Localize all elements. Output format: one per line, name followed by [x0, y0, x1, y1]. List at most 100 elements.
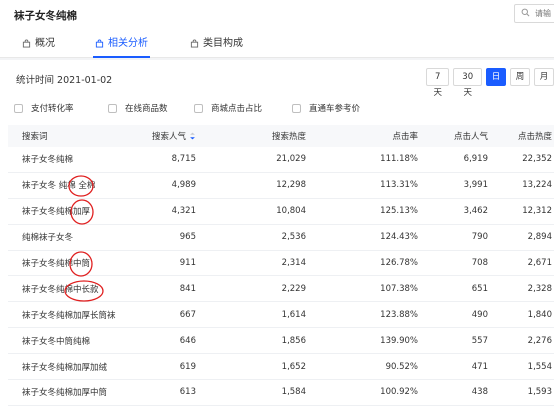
checkbox[interactable] — [292, 103, 301, 113]
cell-click-heat: 22,352 — [522, 154, 552, 165]
cell-click-rate: 126.78% — [380, 258, 418, 268]
cell-search-popularity: 4,989 — [171, 180, 196, 191]
cell-click-heat: 1,554 — [527, 361, 552, 372]
cell-click-heat: 2,671 — [527, 258, 552, 268]
cell-search-heat: 2,229 — [281, 283, 306, 294]
metric-mall-click-share[interactable]: 商城点击占比 — [194, 102, 262, 114]
cell-search-heat: 1,652 — [281, 361, 306, 372]
period-day-button[interactable]: 日 — [486, 68, 506, 86]
cell-search-heat: 2,536 — [281, 232, 306, 243]
cell-click-rate: 111.18% — [380, 154, 418, 165]
period-selector: 7天 30天 日 周 月 — [426, 68, 554, 98]
cell-search-heat: 21,029 — [276, 154, 306, 165]
page-title: 袜子女冬纯棉 — [14, 10, 77, 22]
table-row[interactable]: 袜子女冬纯棉加厚 4,321 10,804 125.13% 3,462 12,312 — [8, 199, 554, 225]
cell-search-popularity: 965 — [179, 232, 196, 243]
tab-label: 相关分析 — [108, 38, 148, 49]
table-header: 搜索词 搜索人气 搜索热度 点击率 点击人气 点击热度 — [8, 125, 554, 147]
cell-click-rate: 124.43% — [380, 232, 418, 243]
checkbox[interactable] — [108, 103, 117, 113]
table-row[interactable]: 袜子女冬纯棉中筒 911 2,314 126.78% 708 2,671 — [8, 251, 554, 277]
cell-click-heat: 2,328 — [527, 283, 552, 294]
cell-keyword[interactable]: 袜子女冬纯棉中长款 — [22, 276, 99, 301]
metric-online-items[interactable]: 在线商品数 — [108, 102, 168, 114]
cell-keyword[interactable]: 袜子女冬 纯棉 全棉 — [22, 173, 95, 198]
stat-time: 统计时间 2021-01-02 — [16, 75, 113, 86]
cell-search-popularity: 667 — [179, 309, 196, 320]
table-row[interactable]: 纯棉袜子女冬 965 2,536 124.43% 790 2,894 — [8, 225, 554, 251]
cell-search-popularity: 8,715 — [171, 154, 196, 165]
cell-search-popularity: 646 — [179, 335, 196, 346]
checkbox[interactable] — [14, 103, 23, 113]
tab-label: 类目构成 — [203, 38, 243, 49]
search-input[interactable] — [535, 5, 554, 22]
table-row[interactable]: 袜子女冬中筒纯棉 646 1,856 139.90% 557 2,276 — [8, 328, 554, 355]
table-row[interactable]: 袜子女冬纯棉加厚中筒 613 1,584 100.92% 438 1,593 — [8, 380, 554, 406]
cell-click-rate: 123.88% — [380, 309, 418, 320]
cell-search-heat: 2,314 — [281, 258, 306, 268]
cell-keyword[interactable]: 袜子女冬纯棉加厚长筒袜 — [22, 302, 116, 327]
cell-search-heat: 1,614 — [281, 309, 306, 320]
cell-keyword[interactable]: 袜子女冬纯棉加厚 — [22, 199, 90, 224]
table-row[interactable]: 袜子女冬纯棉 8,715 21,029 111.18% 6,919 22,352 — [8, 147, 554, 173]
metric-conversion-rate[interactable]: 支付转化率 — [14, 102, 74, 114]
cell-click-rate: 139.90% — [380, 335, 418, 346]
header-keyword[interactable]: 搜索词 — [22, 125, 48, 147]
period-week-button[interactable]: 周 — [510, 68, 530, 86]
cell-keyword[interactable]: 袜子女冬纯棉 — [22, 147, 73, 172]
cell-click-rate: 100.92% — [380, 387, 418, 398]
search-box[interactable] — [514, 4, 554, 23]
cell-keyword[interactable]: 纯棉袜子女冬 — [22, 225, 73, 250]
cell-search-popularity: 619 — [179, 361, 196, 372]
cell-click-rate: 107.38% — [380, 283, 418, 294]
tab-category-composition[interactable]: 类目构成 — [190, 34, 243, 58]
cell-search-heat: 10,804 — [276, 206, 306, 217]
sort-desc-icon — [190, 132, 195, 140]
header-search-heat[interactable]: 搜索热度 — [226, 125, 306, 147]
cell-keyword[interactable]: 袜子女冬纯棉中筒 — [22, 251, 90, 276]
cell-search-popularity: 4,321 — [171, 206, 196, 217]
cell-keyword[interactable]: 袜子女冬纯棉加厚中筒 — [22, 380, 107, 405]
cell-click-heat: 2,276 — [527, 335, 552, 346]
tab-related-analysis[interactable]: 相关分析 — [93, 34, 150, 58]
table-row[interactable]: 袜子女冬纯棉中长款 841 2,229 107.38% 651 2,328 — [8, 276, 554, 303]
metric-options: 支付转化率 在线商品数 商城点击占比 直通车参考价 — [14, 102, 554, 116]
cell-click-rate: 113.31% — [380, 180, 418, 191]
cell-search-heat: 1,856 — [281, 335, 306, 346]
table-row[interactable]: 袜子女冬纯棉加厚加绒 619 1,652 90.52% 471 1,554 — [8, 354, 554, 381]
top-bar: 袜子女冬纯棉 概况 相关分析 类目构成 — [0, 0, 554, 58]
analysis-card: 统计时间 2021-01-02 7天 30天 日 周 月 支付转化率 在线商品数… — [0, 60, 554, 406]
period-7d-button[interactable]: 7天 — [426, 68, 450, 98]
metric-ztc-reference-price[interactable]: 直通车参考价 — [292, 102, 360, 114]
period-month-button[interactable]: 月 — [534, 68, 554, 86]
cell-click-heat: 2,894 — [527, 232, 552, 243]
table-row[interactable]: 袜子女冬 纯棉 全棉 4,989 12,298 113.31% 3,991 13,224 — [8, 173, 554, 199]
metric-label: 支付转化率 — [31, 104, 74, 114]
header-click-heat[interactable]: 点击热度 — [478, 125, 552, 147]
cell-click-rate: 90.52% — [385, 361, 418, 372]
cell-search-heat: 12,298 — [276, 180, 306, 191]
header-click-rate[interactable]: 点击率 — [328, 125, 418, 147]
metric-label: 直通车参考价 — [309, 104, 361, 114]
header-label: 搜索人气 — [151, 132, 186, 142]
header-search-popularity[interactable]: 搜索人气 — [126, 125, 196, 147]
cell-search-popularity: 613 — [179, 387, 196, 398]
cell-click-heat: 12,312 — [522, 206, 552, 217]
cell-search-heat: 1,584 — [281, 387, 306, 398]
tab-label: 概况 — [35, 38, 55, 49]
cell-click-heat: 13,224 — [522, 180, 552, 191]
cell-keyword[interactable]: 袜子女冬纯棉加厚加绒 — [22, 354, 107, 379]
cell-click-heat: 1,593 — [527, 387, 552, 398]
table-row[interactable]: 袜子女冬纯棉加厚长筒袜 667 1,614 123.88% 490 1,840 — [8, 302, 554, 329]
period-30d-button[interactable]: 30天 — [453, 68, 482, 98]
cell-click-heat: 1,840 — [527, 309, 552, 320]
tab-overview[interactable]: 概况 — [22, 34, 55, 58]
keyword-table: 搜索词 搜索人气 搜索热度 点击率 点击人气 点击热度 袜子女冬纯棉 8,715 2… — [8, 125, 554, 406]
cell-keyword[interactable]: 袜子女冬中筒纯棉 — [22, 328, 90, 353]
bag-icon — [22, 39, 31, 48]
table-body: 袜子女冬纯棉 8,715 21,029 111.18% 6,919 22,352 袜子女冬 … — [8, 147, 554, 406]
tab-bar: 概况 相关分析 类目构成 — [0, 34, 554, 58]
cell-search-popularity: 841 — [179, 283, 196, 294]
checkbox[interactable] — [194, 103, 203, 113]
cell-search-popularity: 911 — [179, 258, 196, 268]
